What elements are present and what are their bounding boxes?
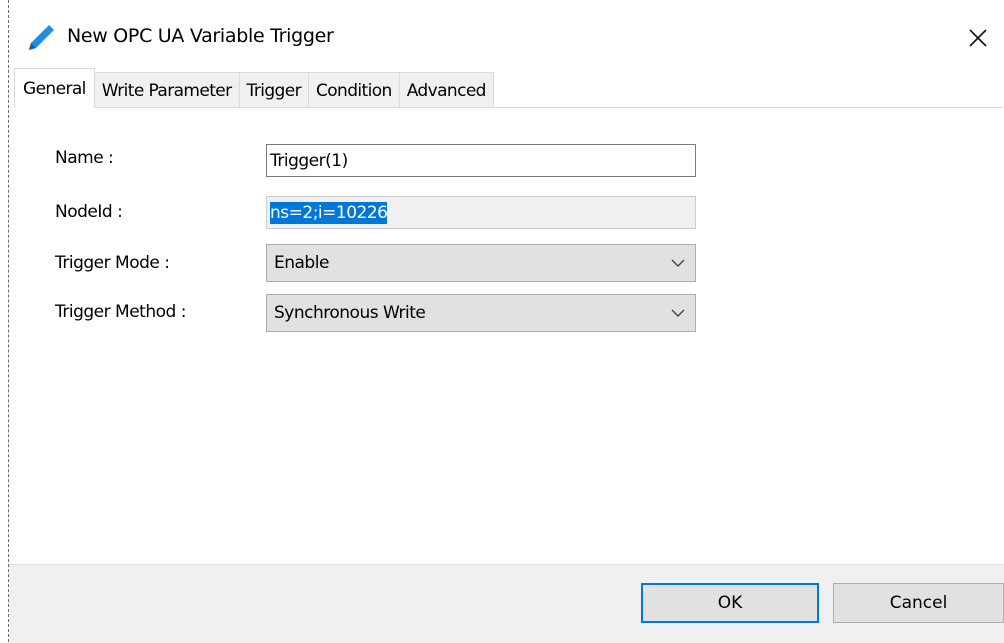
window-title: New OPC UA Variable Trigger xyxy=(67,25,334,47)
tab-advanced[interactable]: Advanced xyxy=(398,72,494,108)
trigger-method-select[interactable]: Synchronous Write xyxy=(266,294,696,332)
nodeid-value: ns=2;i=10226 xyxy=(270,201,388,224)
nodeid-field[interactable]: ns=2;i=10226 xyxy=(266,196,696,229)
close-button[interactable] xyxy=(956,18,1000,58)
name-value: Trigger(1) xyxy=(270,150,348,171)
nodeid-label: NodeId : xyxy=(55,202,123,222)
tab-write-parameter[interactable]: Write Parameter xyxy=(93,72,240,108)
name-field[interactable]: Trigger(1) xyxy=(266,144,696,177)
ok-button[interactable]: OK xyxy=(641,583,819,623)
tab-trigger[interactable]: Trigger xyxy=(238,72,309,108)
tab-strip: General Write Parameter Trigger Conditio… xyxy=(14,68,494,108)
pencil-icon xyxy=(29,25,54,50)
dialog-footer: OK Cancel xyxy=(9,564,1004,643)
title-bar: New OPC UA Variable Trigger xyxy=(9,0,1004,68)
trigger-mode-value: Enable xyxy=(274,253,329,273)
chevron-down-icon xyxy=(671,309,685,317)
trigger-mode-select[interactable]: Enable xyxy=(266,244,696,282)
close-icon xyxy=(969,29,987,47)
background-window-edge xyxy=(0,0,9,642)
tab-condition[interactable]: Condition xyxy=(307,72,400,108)
general-tab-panel: Name : Trigger(1) NodeId : ns=2;i=10226 … xyxy=(15,107,1003,565)
trigger-mode-label: Trigger Mode : xyxy=(55,253,170,273)
chevron-down-icon xyxy=(671,259,685,267)
name-label: Name : xyxy=(55,148,114,168)
trigger-method-value: Synchronous Write xyxy=(274,303,426,323)
dialog-window: New OPC UA Variable Trigger General Writ… xyxy=(9,0,1004,643)
tab-general[interactable]: General xyxy=(14,68,95,108)
cancel-button[interactable]: Cancel xyxy=(833,583,1004,623)
trigger-method-label: Trigger Method : xyxy=(55,302,186,322)
